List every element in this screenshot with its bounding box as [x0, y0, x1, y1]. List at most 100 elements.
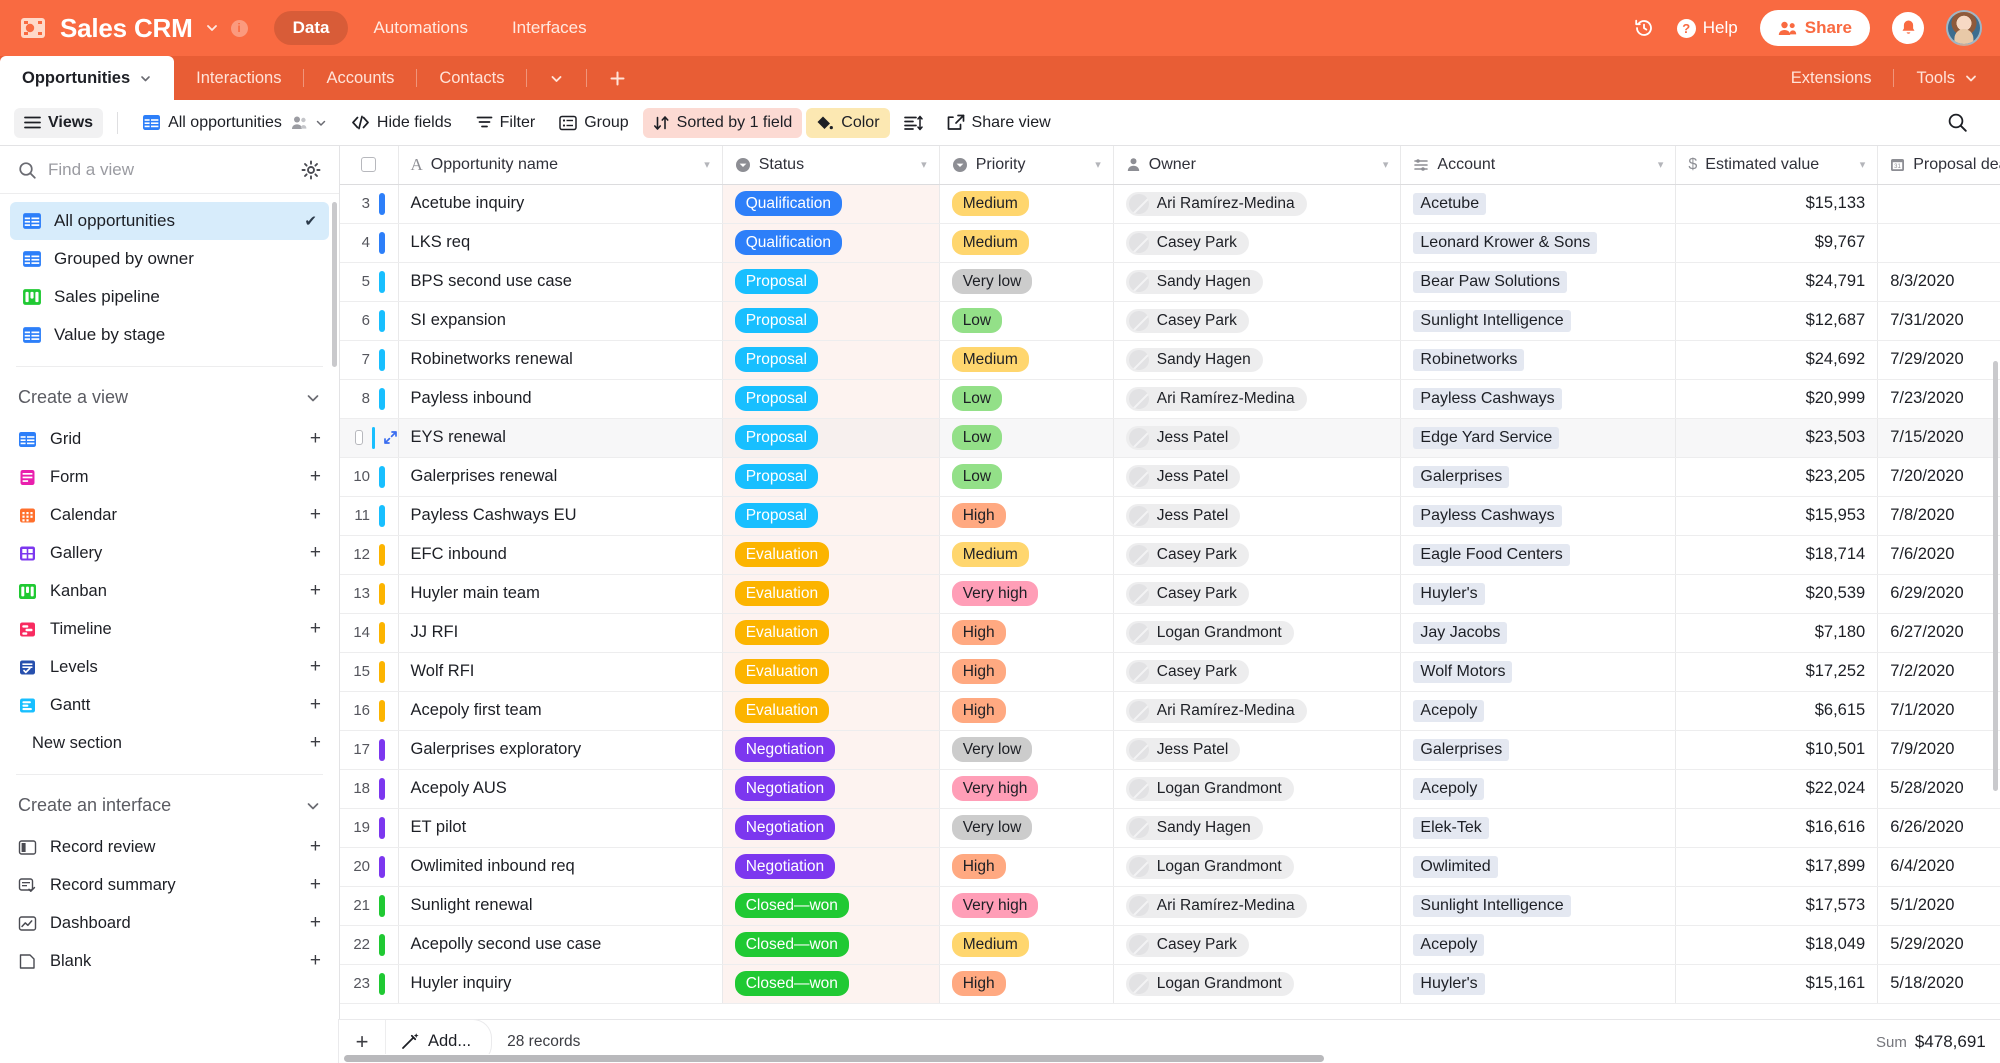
plus-icon[interactable]: + — [310, 542, 321, 564]
create-interface-blank[interactable]: Blank + — [0, 942, 339, 980]
cell-proposal-deadline[interactable]: 7/1/2020 — [1877, 691, 2000, 731]
sidebar-item-value-by-stage[interactable]: Value by stage — [10, 316, 329, 354]
create-view-levels[interactable]: Levels + — [0, 648, 339, 686]
cell-priority[interactable]: Very low — [939, 262, 1114, 302]
tools-button[interactable]: Tools — [1894, 56, 2000, 100]
chevron-down-icon[interactable]: ▾ — [704, 158, 710, 171]
chevron-down-icon[interactable]: ▾ — [1095, 158, 1101, 171]
cell-estimated-value[interactable]: $17,573 — [1675, 886, 1879, 926]
row-select-cell[interactable]: 19 — [340, 808, 399, 848]
plus-icon[interactable]: + — [310, 656, 321, 678]
cell-opportunity-name[interactable]: EFC inbound — [398, 535, 723, 575]
plus-icon[interactable]: + — [310, 950, 321, 972]
cell-account[interactable]: Acetube — [1400, 184, 1677, 224]
plus-icon[interactable]: + — [310, 732, 321, 754]
sidebar-item-all-opportunities[interactable]: All opportunities ✔ — [10, 202, 329, 240]
cell-estimated-value[interactable]: $18,714 — [1675, 535, 1879, 575]
cell-estimated-value[interactable]: $23,503 — [1675, 418, 1879, 458]
cell-proposal-deadline[interactable]: 6/29/2020 — [1877, 574, 2000, 614]
row-select-cell[interactable]: 11 — [340, 496, 399, 536]
cell-status[interactable]: Proposal — [722, 340, 940, 380]
row-select-cell[interactable]: 22 — [340, 925, 399, 965]
create-an-interface-header[interactable]: Create an interface — [0, 779, 339, 828]
table-row[interactable]: 12 EFC inbound Evaluation Medium Casey Park… — [340, 535, 2000, 575]
create-interface-record-summary[interactable]: Record summary + — [0, 866, 339, 904]
table-row[interactable]: 15 Wolf RFI Evaluation High Casey Park Wolf … — [340, 652, 2000, 692]
cell-owner[interactable]: Logan Grandmont — [1113, 613, 1402, 653]
cell-status[interactable]: Proposal — [722, 457, 940, 497]
create-interface-dashboard[interactable]: Dashboard + — [0, 904, 339, 942]
cell-opportunity-name[interactable]: Wolf RFI — [398, 652, 723, 692]
gear-icon[interactable] — [301, 160, 321, 180]
create-view-form[interactable]: Form + — [0, 458, 339, 496]
cell-opportunity-name[interactable]: BPS second use case — [398, 262, 723, 302]
cell-account[interactable]: Acepoly — [1400, 691, 1677, 731]
cell-account[interactable]: Edge Yard Service — [1400, 418, 1677, 458]
cell-opportunity-name[interactable]: LKS req — [398, 223, 723, 263]
cell-estimated-value[interactable]: $18,049 — [1675, 925, 1879, 965]
table-row[interactable]: 11 Payless Cashways EU Proposal High Jess P… — [340, 496, 2000, 536]
cell-proposal-deadline[interactable]: 7/20/2020 — [1877, 457, 2000, 497]
plus-icon[interactable]: + — [310, 466, 321, 488]
cell-owner[interactable]: Sandy Hagen — [1113, 808, 1402, 848]
cell-priority[interactable]: Medium — [939, 223, 1114, 263]
cell-proposal-deadline[interactable]: 7/9/2020 — [1877, 730, 2000, 770]
cell-status[interactable]: Closed—won — [722, 886, 940, 926]
cell-status[interactable]: Evaluation — [722, 535, 940, 575]
cell-account[interactable]: Galerprises — [1400, 730, 1677, 770]
add-table-button[interactable] — [587, 56, 648, 100]
table-row[interactable]: 21 Sunlight renewal Closed—won Very high Ar… — [340, 886, 2000, 926]
chevron-down-icon[interactable]: ▾ — [921, 158, 927, 171]
cell-status[interactable]: Qualification — [722, 184, 940, 224]
create-view-gallery[interactable]: Gallery + — [0, 534, 339, 572]
cell-estimated-value[interactable]: $7,180 — [1675, 613, 1879, 653]
cell-estimated-value[interactable]: $23,205 — [1675, 457, 1879, 497]
row-select-cell[interactable]: 20 — [340, 847, 399, 887]
table-row[interactable]: 23 Huyler inquiry Closed—won High Logan Gra… — [340, 964, 2000, 1004]
cell-account[interactable]: Sunlight Intelligence — [1400, 301, 1677, 341]
cell-status[interactable]: Closed—won — [722, 925, 940, 965]
sidebar-scrollbar[interactable] — [332, 202, 337, 367]
summary-sum[interactable]: Sum $478,691 — [1876, 1032, 1986, 1052]
row-select-cell[interactable]: 6 — [340, 301, 399, 341]
group-button[interactable]: Group — [549, 108, 638, 138]
cell-proposal-deadline[interactable]: 6/27/2020 — [1877, 613, 2000, 653]
cell-owner[interactable]: Ari Ramírez-Medina — [1113, 184, 1402, 224]
select-all-header[interactable] — [340, 146, 399, 185]
cell-priority[interactable]: High — [939, 652, 1114, 692]
cell-owner[interactable]: Ari Ramírez-Medina — [1113, 379, 1402, 419]
cell-proposal-deadline[interactable]: 5/29/2020 — [1877, 925, 2000, 965]
tab-accounts[interactable]: Accounts — [304, 56, 416, 100]
cell-proposal-deadline[interactable]: 7/6/2020 — [1877, 535, 2000, 575]
cell-estimated-value[interactable]: $17,899 — [1675, 847, 1879, 887]
row-checkbox[interactable] — [355, 430, 363, 445]
cell-account[interactable]: Sunlight Intelligence — [1400, 886, 1677, 926]
cell-owner[interactable]: Logan Grandmont — [1113, 847, 1402, 887]
cell-opportunity-name[interactable]: ET pilot — [398, 808, 723, 848]
cell-opportunity-name[interactable]: EYS renewal — [398, 418, 723, 458]
table-row[interactable]: 7 Robinetworks renewal Proposal Medium Sand… — [340, 340, 2000, 380]
cell-owner[interactable]: Logan Grandmont — [1113, 964, 1402, 1004]
sidebar-item-grouped-by-owner[interactable]: Grouped by owner — [10, 240, 329, 278]
column-header-priority[interactable]: Priority ▾ — [939, 146, 1114, 185]
table-row[interactable]: 16 Acepoly first team Evaluation High Ari R… — [340, 691, 2000, 731]
chevron-down-icon[interactable]: ▾ — [1860, 158, 1866, 171]
chevron-down-icon[interactable]: ▾ — [1658, 158, 1664, 171]
cell-estimated-value[interactable]: $20,999 — [1675, 379, 1879, 419]
cell-owner[interactable]: Sandy Hagen — [1113, 262, 1402, 302]
table-row[interactable]: 14 JJ RFI Evaluation High Logan Grandmont Ja… — [340, 613, 2000, 653]
cell-status[interactable]: Proposal — [722, 418, 940, 458]
cell-proposal-deadline[interactable] — [1877, 223, 2000, 263]
cell-estimated-value[interactable]: $12,687 — [1675, 301, 1879, 341]
cell-account[interactable]: Owlimited — [1400, 847, 1677, 887]
cell-proposal-deadline[interactable]: 6/26/2020 — [1877, 808, 2000, 848]
share-button[interactable]: Share — [1759, 10, 1870, 46]
cell-account[interactable]: Elek-Tek — [1400, 808, 1677, 848]
row-select-cell[interactable]: 21 — [340, 886, 399, 926]
cell-priority[interactable]: Medium — [939, 340, 1114, 380]
column-header-owner[interactable]: Owner ▾ — [1113, 146, 1402, 185]
table-row[interactable]: 19 ET pilot Negotiation Very low Sandy Hage… — [340, 808, 2000, 848]
row-select-cell[interactable]: 7 — [340, 340, 399, 380]
cell-estimated-value[interactable]: $22,024 — [1675, 769, 1879, 809]
cell-account[interactable]: Huyler's — [1400, 574, 1677, 614]
